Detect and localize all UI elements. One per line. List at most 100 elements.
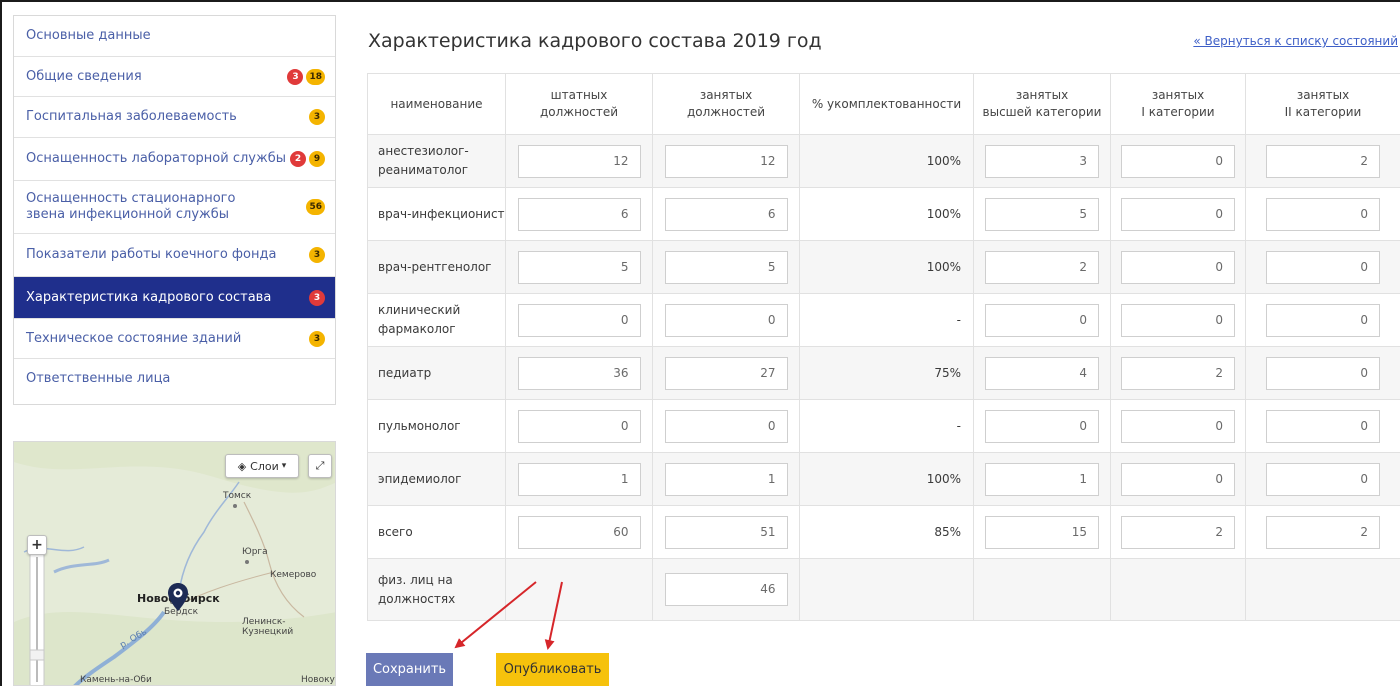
column-header-text: занятых (699, 88, 753, 102)
status-badge: 18 (306, 68, 325, 85)
staff-positions-input[interactable]: 36 (517, 356, 641, 390)
occupied-positions-input[interactable]: 0 (664, 409, 788, 443)
category-1-input[interactable]: 0 (1121, 197, 1235, 231)
position-name: физ. лиц на должностях (367, 558, 506, 621)
table-cell: 0 (1245, 240, 1400, 294)
category-1-input[interactable]: 0 (1121, 462, 1235, 496)
table-cell: 12 (652, 134, 800, 188)
map-layers-button[interactable]: ◈ Слои ▾ (225, 454, 299, 478)
table-cell: 1 (973, 452, 1111, 506)
table-cell: 60 (505, 505, 653, 559)
sidebar-item-hospital-morbidity[interactable]: Госпитальная заболеваемость 3 (14, 97, 335, 138)
zoom-in-button[interactable]: + (27, 535, 47, 555)
sidebar-item-label: Техническое состояние зданий (26, 330, 242, 346)
category-2-input[interactable]: 0 (1266, 197, 1380, 231)
back-to-list-link[interactable]: « Вернуться к списку состояний (1193, 34, 1398, 48)
category-2-input[interactable]: 0 (1266, 462, 1380, 496)
location-pin-icon[interactable] (167, 582, 189, 612)
highest-category-input[interactable]: 4 (985, 356, 1099, 390)
save-button[interactable]: Сохранить (366, 653, 453, 686)
map-label-leninsk: Ленинск-Кузнецкий (242, 617, 294, 637)
staff-positions-input[interactable]: 0 (517, 303, 641, 337)
table-cell: 0 (1110, 399, 1246, 453)
category-2-input[interactable]: 0 (1266, 356, 1380, 390)
table-row: анестезиолог-реаниматолог 12 12 100% 3 0 2 (367, 134, 1400, 188)
highest-category-input[interactable]: 3 (985, 144, 1099, 178)
sidebar-item-bed-fund[interactable]: Показатели работы коечного фонда 3 (14, 234, 335, 277)
physical-persons-input[interactable]: 46 (664, 573, 788, 606)
completeness-percent: 75% (799, 346, 974, 400)
status-badge: 56 (306, 199, 325, 215)
table-cell: 2 (1110, 505, 1246, 559)
chevron-down-icon: ▾ (281, 461, 287, 471)
table-cell: 5 (652, 240, 800, 294)
table-cell: 0 (1110, 240, 1246, 294)
column-header-text: % укомплектованности (811, 96, 962, 111)
staff-positions-input[interactable]: 12 (517, 144, 641, 178)
map-widget[interactable]: ◈ Слои ▾ ⤢ + Томск Юрга Кемерово Новосиб… (13, 441, 336, 686)
table-cell (1245, 558, 1400, 621)
position-name: клинический фармаколог (367, 293, 506, 347)
highest-category-input[interactable]: 15 (985, 515, 1099, 549)
status-badge: 3 (309, 247, 325, 263)
category-1-input[interactable]: 0 (1121, 250, 1235, 284)
table-row: врач-инфекционист 6 6 100% 5 0 0 (367, 187, 1400, 241)
sidebar-item-buildings[interactable]: Техническое состояние зданий 3 (14, 319, 335, 359)
category-1-input[interactable]: 2 (1121, 515, 1235, 549)
completeness-percent: - (799, 293, 974, 347)
sidebar-item-responsible[interactable]: Ответственные лица (14, 359, 335, 399)
map-label-yurga: Юрга (242, 547, 268, 557)
staff-positions-input[interactable]: 0 (517, 409, 641, 443)
staff-positions-input[interactable]: 60 (517, 515, 641, 549)
fullscreen-button[interactable]: ⤢ (308, 454, 332, 478)
highest-category-input[interactable]: 5 (985, 197, 1099, 231)
staff-positions-input[interactable]: 6 (517, 197, 641, 231)
category-1-input[interactable]: 0 (1121, 409, 1235, 443)
category-2-input[interactable]: 0 (1266, 303, 1380, 337)
position-name: всего (367, 505, 506, 559)
status-badge: 3 (287, 68, 304, 85)
category-1-input[interactable]: 0 (1121, 303, 1235, 337)
table-cell (799, 558, 974, 621)
staff-positions-input[interactable]: 1 (517, 462, 641, 496)
table-row-physical-persons: физ. лиц на должностях 46 (367, 558, 1400, 621)
highest-category-input[interactable]: 0 (985, 409, 1099, 443)
occupied-positions-input[interactable]: 5 (664, 250, 788, 284)
status-badge: 3 (309, 330, 325, 347)
sidebar-item-general-info[interactable]: Общие сведения 3 18 (14, 57, 335, 97)
staff-positions-input[interactable]: 5 (517, 250, 641, 284)
map-terrain (14, 442, 335, 685)
category-2-input[interactable]: 2 (1266, 515, 1380, 549)
sidebar-item-label: Показатели работы коечного фонда (26, 247, 277, 262)
occupied-positions-input[interactable]: 12 (664, 144, 788, 178)
publish-button[interactable]: Опубликовать (496, 653, 609, 686)
occupied-positions-input[interactable]: 27 (664, 356, 788, 390)
sidebar-item-staff[interactable]: Характеристика кадрового состава 3 (14, 277, 335, 319)
sidebar-item-inpatient-equipment[interactable]: Оснащенность стационарного звена инфекци… (14, 181, 335, 234)
category-1-input[interactable]: 0 (1121, 144, 1235, 178)
table-cell: 2 (1110, 346, 1246, 400)
category-2-input[interactable]: 0 (1266, 409, 1380, 443)
sidebar-item-label: Основные данные (26, 28, 151, 43)
occupied-positions-input[interactable]: 1 (664, 462, 788, 496)
table-cell: 36 (505, 346, 653, 400)
occupied-positions-input[interactable]: 0 (664, 303, 788, 337)
column-header-text: наименование (390, 96, 483, 111)
category-1-input[interactable]: 2 (1121, 356, 1235, 390)
highest-category-input[interactable]: 1 (985, 462, 1099, 496)
sidebar-item-main-data[interactable]: Основные данные (14, 16, 335, 57)
table-cell: 0 (1110, 293, 1246, 347)
table-cell: 0 (505, 399, 653, 453)
column-header: штатных должностей (505, 73, 653, 135)
occupied-positions-input[interactable]: 51 (664, 515, 788, 549)
highest-category-input[interactable]: 2 (985, 250, 1099, 284)
occupied-positions-input[interactable]: 6 (664, 197, 788, 231)
column-header-text: занятых (1151, 88, 1205, 102)
sidebar-item-lab-equipment[interactable]: Оснащенность лабораторной службы 2 9 (14, 138, 335, 181)
column-header-text: I категории (1141, 105, 1215, 119)
map-label-kemerovo: Кемерово (270, 570, 317, 580)
category-2-input[interactable]: 0 (1266, 250, 1380, 284)
category-2-input[interactable]: 2 (1266, 144, 1380, 178)
sidebar-nav: Основные данные Общие сведения 3 18 Госп… (13, 15, 336, 405)
highest-category-input[interactable]: 0 (985, 303, 1099, 337)
